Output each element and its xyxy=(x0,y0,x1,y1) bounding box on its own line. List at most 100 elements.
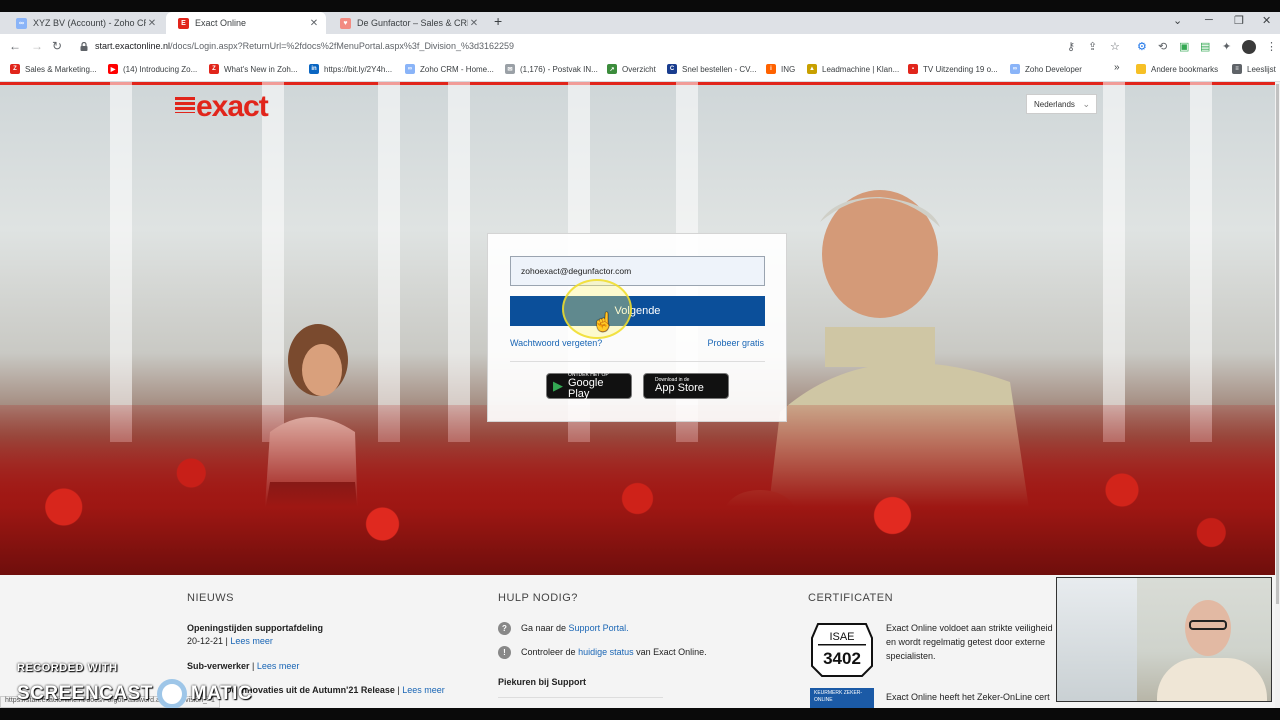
bookmark-label: (14) Introducing Zo... xyxy=(123,64,198,74)
try-free-link[interactable]: Probeer gratis xyxy=(707,338,764,348)
bookmark-item[interactable]: ▲ Leadmachine | Klan... xyxy=(807,64,899,74)
email-value: zohoexact@degunfactor.com xyxy=(521,266,632,276)
watermark-line1: RECORDED WITH xyxy=(17,662,118,674)
read-more-link[interactable]: Lees meer xyxy=(257,661,300,671)
greenhouse-pillar xyxy=(448,82,470,442)
screen: ∞ XYZ BV (Account) - Zoho CRM ✕ E Exact … xyxy=(0,0,1280,720)
restore-icon[interactable]: ❐ xyxy=(1234,14,1244,27)
heart-icon: ♥ xyxy=(340,17,351,29)
bookmark-item[interactable]: i ING xyxy=(766,64,795,74)
status-link[interactable]: huidige status xyxy=(578,647,634,657)
google-play-badge[interactable]: ▶ ONTDEK HET OP Google Play xyxy=(546,372,632,399)
window-close-icon[interactable]: ✕ xyxy=(1262,14,1271,27)
red-flowers xyxy=(0,405,1275,575)
reload-icon[interactable]: ↻ xyxy=(52,39,62,53)
puzzle-icon[interactable]: ✦ xyxy=(1222,40,1231,53)
star-icon[interactable]: ☆ xyxy=(1110,40,1120,53)
youtube-icon: ▶ xyxy=(108,64,118,74)
tab-search-icon[interactable]: ⌄ xyxy=(1173,14,1182,27)
bookmark-label: What's New in Zoh... xyxy=(224,64,298,74)
key-icon[interactable]: ⚷ xyxy=(1067,40,1075,53)
forgot-password-link[interactable]: Wachtwoord vergeten? xyxy=(510,338,602,348)
exact-icon: E xyxy=(178,17,189,29)
watermark-matic: MATIC xyxy=(190,683,253,704)
bookmark-item[interactable]: C Snel bestellen - CV... xyxy=(667,64,756,74)
hand-cursor-icon: ☝ xyxy=(592,312,615,332)
lock-icon[interactable] xyxy=(80,42,88,51)
profile-avatar[interactable] xyxy=(1242,40,1256,54)
peak-hours-title: Piekuren bij Support xyxy=(498,677,587,687)
bookmark-item[interactable]: ∞ Zoho CRM - Home... xyxy=(405,64,494,74)
screencast-logo-icon xyxy=(156,679,187,709)
certificates-heading: CERTIFICATEN xyxy=(808,592,894,604)
bookmark-label: https://bit.ly/2Y4h... xyxy=(324,64,393,74)
top-border xyxy=(0,0,1280,12)
other-bookmarks[interactable]: Andere bookmarks xyxy=(1136,64,1218,74)
tab-zoho-account[interactable]: ∞ XYZ BV (Account) - Zoho CRM ✕ xyxy=(4,12,164,34)
bookmark-label: Andere bookmarks xyxy=(1151,64,1219,74)
next-button[interactable]: Volgende xyxy=(510,296,765,326)
read-more-link[interactable]: Lees meer xyxy=(402,685,445,695)
extension-doc-icon[interactable]: ▤ xyxy=(1200,40,1210,53)
exact-logo[interactable]: exact xyxy=(175,90,269,124)
tab-title: XYZ BV (Account) - Zoho CRM xyxy=(33,18,146,28)
bookmarks-bar: Z Sales & Marketing... ▶ (14) Introducing … xyxy=(0,60,1280,82)
tab-gunfactor[interactable]: ♥ De Gunfactor – Sales & CRM con ✕ xyxy=(328,12,486,34)
bookmark-label: Leadmachine | Klan... xyxy=(822,64,900,74)
bookmark-item[interactable]: ∞ Zoho Developer xyxy=(1010,64,1082,74)
read-more-link[interactable]: Lees meer xyxy=(230,636,273,646)
cert-text: Exact Online heeft het Zeker-OnLine cert xyxy=(886,692,1050,702)
language-select[interactable]: Nederlands ⌄ xyxy=(1026,94,1097,114)
menu-dots-icon[interactable]: ⋮ xyxy=(1266,40,1277,53)
scrollbar-thumb[interactable] xyxy=(1276,84,1279,604)
extension-sheet-icon[interactable]: ▣ xyxy=(1179,40,1189,53)
new-tab-button[interactable]: + xyxy=(494,12,502,30)
bookmark-label: ING xyxy=(781,64,796,74)
bookmark-item[interactable]: ↗ Overzicht xyxy=(607,64,656,74)
language-value: Nederlands xyxy=(1034,99,1075,109)
tv-icon: ▪ xyxy=(908,64,918,74)
url-path: /docs/Login.aspx?ReturnUrl=%2fdocs%2fMen… xyxy=(170,41,515,51)
zoho-icon: ∞ xyxy=(405,64,415,74)
watermark-screencast: SCREENCAST xyxy=(17,683,153,704)
zoho-icon: ∞ xyxy=(1010,64,1020,74)
bookmark-item[interactable]: Z Sales & Marketing... xyxy=(10,64,97,74)
bookmark-item[interactable]: in https://bit.ly/2Y4h... xyxy=(309,64,392,74)
more-bookmarks-button[interactable]: » xyxy=(1114,62,1120,73)
share-icon[interactable]: ⇪ xyxy=(1088,40,1097,53)
tab-exact-online[interactable]: E Exact Online ✕ xyxy=(166,12,326,34)
back-icon[interactable]: ← xyxy=(9,39,21,53)
close-icon[interactable]: ✕ xyxy=(146,18,158,29)
support-portal-link[interactable]: Support Portal. xyxy=(569,623,629,633)
email-field[interactable]: zohoexact@degunfactor.com xyxy=(510,256,765,286)
more-bookmarks-label: » xyxy=(1114,62,1120,73)
news-item-title: Sub-verwerker xyxy=(187,661,250,671)
url-input[interactable]: start.exactonline.nl/docs/Login.aspx?Ret… xyxy=(95,41,514,51)
reading-list[interactable]: ≡ Leeslijst xyxy=(1232,64,1276,74)
help-text: van Exact Online. xyxy=(636,647,707,657)
extension-gear-icon[interactable]: ⚙ xyxy=(1137,40,1147,53)
bookmark-item[interactable]: ▶ (14) Introducing Zo... xyxy=(108,64,197,74)
zoho-z-icon: Z xyxy=(10,64,20,74)
news-item: Openingstijden supportafdeling xyxy=(187,623,323,633)
app-store-badge[interactable]: Download in de App Store xyxy=(643,373,729,399)
screencast-watermark: SCREENCAST MATIC xyxy=(17,679,252,709)
bookmark-item[interactable]: ▪ TV Uitzending 19 o... xyxy=(908,64,998,74)
tab-title: De Gunfactor – Sales & CRM con xyxy=(357,18,468,28)
chevron-down-icon: ⌄ xyxy=(1082,99,1090,109)
news-item: De innovaties uit de Autumn'21 Release |… xyxy=(225,685,445,695)
close-icon[interactable]: ✕ xyxy=(308,18,320,29)
minimize-icon[interactable]: ─ xyxy=(1205,14,1213,26)
red-accent-line xyxy=(0,82,1275,85)
bookmark-item[interactable]: Z What's New in Zoh... xyxy=(209,64,298,74)
question-icon: ? xyxy=(498,622,511,635)
forward-icon[interactable]: → xyxy=(31,39,43,53)
extension-icon[interactable]: ⟲ xyxy=(1158,40,1167,53)
bookmark-label: TV Uitzending 19 o... xyxy=(923,64,998,74)
bookmark-label: Zoho CRM - Home... xyxy=(420,64,494,74)
news-date: 20-12-21 | xyxy=(187,636,228,646)
close-icon[interactable]: ✕ xyxy=(468,18,480,29)
news-item: Sub-verwerker | Lees meer xyxy=(187,661,300,671)
divider xyxy=(510,361,765,362)
bookmark-item[interactable]: ✉ (1,176) - Postvak IN... xyxy=(505,64,598,74)
